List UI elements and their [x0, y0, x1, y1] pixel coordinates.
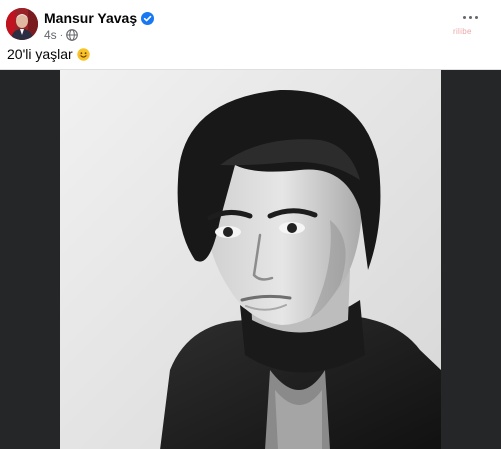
post-media-area	[0, 69, 501, 449]
author-row: Mansur Yavaş	[44, 10, 155, 26]
verified-badge-icon	[141, 11, 155, 25]
post-text: 20'li yaşlar	[7, 46, 90, 62]
portrait-photo-image	[60, 70, 441, 449]
globe-icon[interactable]	[66, 29, 78, 41]
post-caption: 20'li yaşlar	[7, 46, 73, 62]
meta-separator: ·	[59, 29, 64, 41]
more-options-icon[interactable]	[458, 10, 482, 24]
post-photo[interactable]	[60, 70, 441, 449]
post-meta: 4s ·	[44, 28, 78, 42]
smiling-face-emoji-icon	[77, 47, 90, 61]
author-avatar[interactable]	[6, 8, 38, 40]
post-timestamp[interactable]: 4s	[44, 28, 57, 42]
post-header: Mansur Yavaş 4s · rilibe 20'li yaşlar	[0, 0, 501, 68]
avatar-image	[6, 8, 38, 40]
author-name[interactable]: Mansur Yavaş	[44, 10, 137, 26]
watermark-text: rilibe	[453, 27, 472, 36]
facebook-post: Mansur Yavaş 4s · rilibe 20'li yaşlar	[0, 0, 501, 449]
